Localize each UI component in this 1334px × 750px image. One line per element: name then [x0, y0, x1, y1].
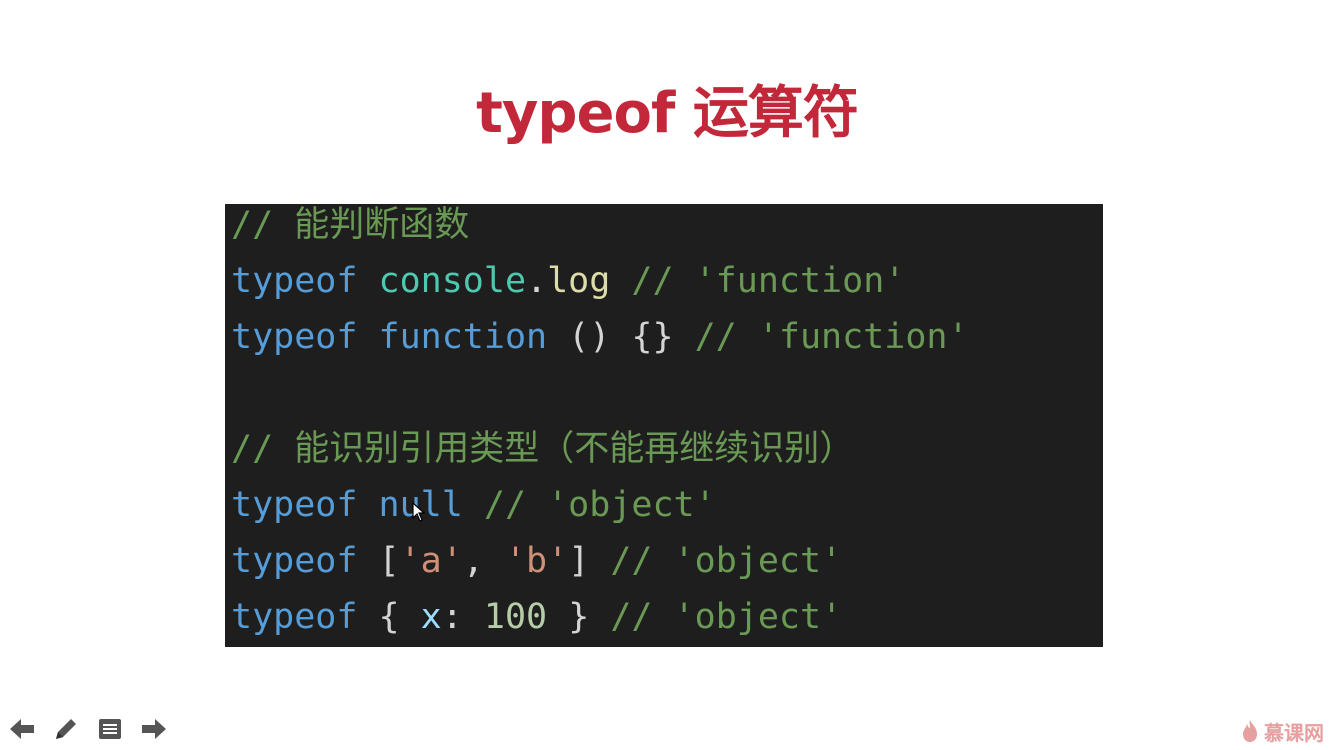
slide-title: typeof 运算符	[476, 81, 859, 146]
code-token: [	[378, 541, 400, 581]
code-token: typeof	[231, 317, 379, 357]
code-token: {	[378, 597, 421, 637]
code-token: ]	[568, 541, 590, 581]
pen-tool-button[interactable]	[50, 714, 82, 744]
code-token: typeof	[231, 541, 379, 581]
slide-menu-button[interactable]	[94, 714, 126, 744]
code-token: 'b'	[504, 541, 569, 581]
mouse-cursor-icon	[412, 502, 426, 522]
code-line: typeof ['a', 'b'] // 'object'	[231, 540, 1103, 596]
code-token: () {}	[547, 317, 674, 357]
code-token: :	[441, 597, 484, 637]
flame-logo-icon	[1243, 720, 1257, 742]
code-token: console	[378, 261, 527, 301]
code-block: // 能判断函数 typeof console.log // 'function'…	[225, 204, 1103, 647]
code-token: 'a'	[399, 541, 463, 581]
code-line: typeof function () {} // 'function'	[231, 316, 1103, 372]
presentation-toolbar	[6, 714, 170, 744]
code-token: x	[420, 597, 442, 637]
code-token: ,	[462, 541, 505, 581]
code-token: .	[526, 261, 548, 301]
brand-text: 慕课网	[1264, 720, 1324, 745]
code-token: // 能识别引用类型（不能再继续识别）	[231, 429, 855, 469]
code-line: typeof null // 'object'	[231, 484, 1103, 540]
next-slide-button[interactable]	[138, 714, 170, 744]
code-token: }	[547, 597, 590, 637]
code-line: typeof { x: 100 } // 'object'	[231, 596, 1103, 652]
brand-watermark: 慕课网	[1240, 716, 1324, 746]
code-token: 100	[483, 597, 548, 637]
code-token: log	[547, 261, 611, 301]
arrow-left-icon	[10, 719, 34, 739]
code-token: // 'function'	[610, 261, 906, 301]
code-token: // 'object'	[589, 541, 843, 581]
pencil-icon	[56, 719, 76, 739]
code-token: // 'object'	[462, 485, 716, 525]
code-line: typeof console.log // 'function'	[231, 260, 1103, 316]
arrow-right-icon	[142, 719, 166, 739]
code-line: // 能识别引用类型（不能再继续识别）	[231, 428, 1103, 484]
code-token: typeof	[231, 485, 379, 525]
previous-slide-button[interactable]	[6, 714, 38, 744]
code-token: typeof	[231, 261, 379, 301]
code-token: // 'function'	[673, 317, 969, 357]
code-line: // 能判断函数	[231, 204, 1103, 260]
code-token: // 'object'	[589, 597, 843, 637]
code-token: // 能判断函数	[231, 205, 470, 245]
menu-list-icon	[99, 719, 121, 739]
code-token: function	[378, 317, 548, 357]
code-token: typeof	[231, 597, 379, 637]
